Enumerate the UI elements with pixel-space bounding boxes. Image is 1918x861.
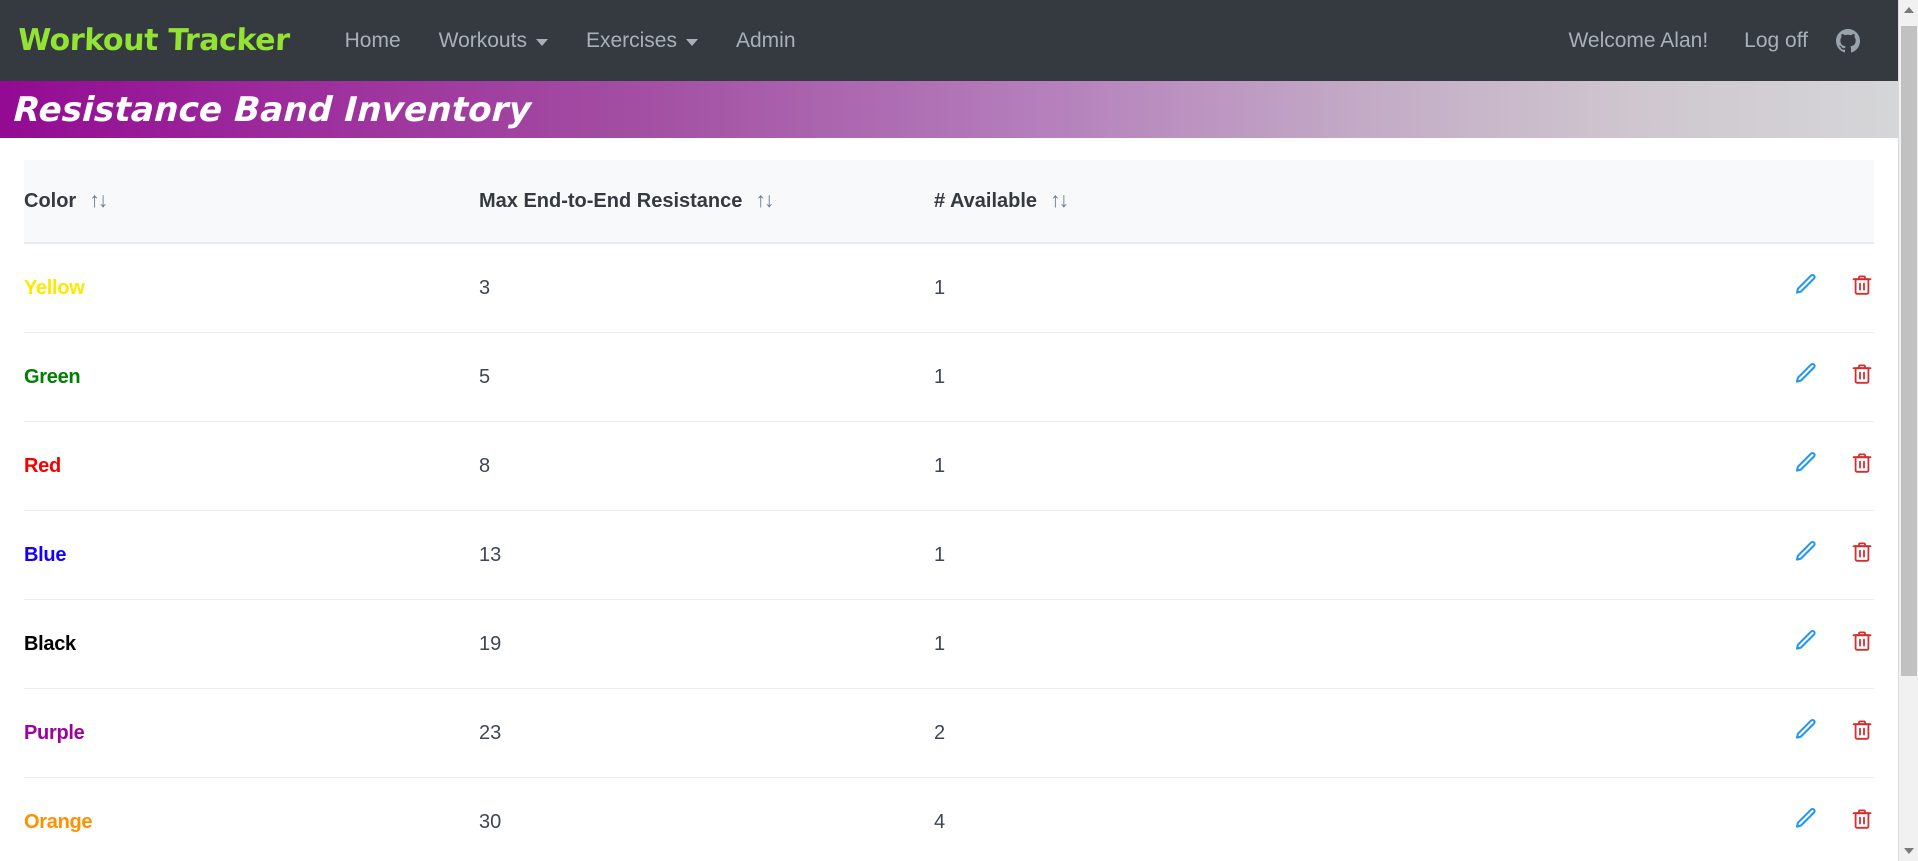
table-row: Orange 30 4	[24, 777, 1874, 861]
column-header-resistance: Max End-to-End Resistance ↑↓	[479, 160, 934, 244]
scroll-down-arrow-icon	[1904, 848, 1914, 854]
logoff-label: Log off	[1744, 28, 1808, 52]
cell-resistance: 19	[479, 599, 934, 689]
edit-button[interactable]	[1792, 717, 1818, 749]
cell-actions	[1454, 777, 1874, 861]
cell-actions	[1454, 510, 1874, 600]
table-row: Purple 23 2	[24, 688, 1874, 778]
cell-color: Black	[24, 599, 479, 689]
page-title: Resistance Band Inventory	[12, 89, 533, 130]
delete-button[interactable]	[1850, 361, 1874, 393]
nav-item-exercises-label: Exercises	[585, 28, 677, 52]
table-row: Blue 13 1	[24, 510, 1874, 600]
chevron-down-icon	[535, 39, 548, 46]
sort-toggle-available[interactable]: ↑↓	[1050, 189, 1069, 213]
table-row: Yellow 3 1	[24, 243, 1874, 333]
column-header-resistance-label: Max End-to-End Resistance	[479, 190, 743, 212]
nav-item-admin[interactable]: Admin	[717, 21, 815, 61]
delete-button[interactable]	[1850, 539, 1874, 571]
cell-resistance: 23	[479, 688, 934, 778]
welcome-message[interactable]: Welcome Alan!	[1550, 21, 1726, 61]
edit-button[interactable]	[1792, 361, 1818, 393]
page-banner: Resistance Band Inventory	[0, 81, 1898, 138]
table-row: Green 5 1	[24, 332, 1874, 422]
welcome-message-label: Welcome Alan!	[1568, 28, 1709, 52]
resistance-band-table: Color ↑↓ Max End-to-End Resistance ↑↓ # Av…	[24, 160, 1874, 861]
delete-button[interactable]	[1850, 450, 1874, 482]
delete-button[interactable]	[1850, 272, 1874, 304]
nav-right-group: Welcome Alan! Log off	[1550, 21, 1874, 61]
column-header-available-label: # Available	[934, 190, 1038, 212]
cell-actions	[1454, 243, 1874, 333]
column-header-color: Color ↑↓	[24, 160, 479, 244]
cell-resistance: 8	[479, 421, 934, 511]
column-header-actions	[1454, 160, 1874, 244]
sort-toggle-color[interactable]: ↑↓	[89, 189, 108, 213]
brand-logo[interactable]: Workout Tracker	[17, 23, 290, 58]
table-header-row: Color ↑↓ Max End-to-End Resistance ↑↓ # Av…	[24, 160, 1874, 244]
delete-button[interactable]	[1850, 628, 1874, 660]
table-row: Red 8 1	[24, 421, 1874, 511]
delete-button[interactable]	[1850, 806, 1874, 838]
column-header-color-label: Color	[24, 190, 77, 212]
edit-button[interactable]	[1792, 539, 1818, 571]
scrollbar-thumb[interactable]	[1901, 26, 1917, 676]
cell-color: Yellow	[24, 243, 479, 333]
nav-item-workouts[interactable]: Workouts	[420, 21, 567, 61]
table-body: Yellow 3 1 Green 5 1 Red 8 1 Blue 13 1 Black 19 1 Purpl…	[24, 243, 1874, 861]
cell-resistance: 5	[479, 332, 934, 422]
edit-button[interactable]	[1792, 628, 1818, 660]
cell-resistance: 13	[479, 510, 934, 600]
cell-actions	[1454, 421, 1874, 511]
cell-available: 1	[934, 510, 1454, 600]
edit-button[interactable]	[1792, 806, 1818, 838]
scroll-up-button[interactable]	[1899, 0, 1918, 20]
cell-resistance: 30	[479, 777, 934, 861]
cell-available: 2	[934, 688, 1454, 778]
edit-button[interactable]	[1792, 450, 1818, 482]
nav-links: Home Workouts Exercises Admin	[326, 21, 815, 61]
nav-item-home-label: Home	[344, 28, 401, 52]
cell-actions	[1454, 599, 1874, 689]
cell-color: Red	[24, 421, 479, 511]
cell-color: Green	[24, 332, 479, 422]
table-head: Color ↑↓ Max End-to-End Resistance ↑↓ # Av…	[24, 160, 1874, 244]
cell-resistance: 3	[479, 243, 934, 333]
cell-available: 1	[934, 599, 1454, 689]
delete-button[interactable]	[1850, 717, 1874, 749]
cell-available: 1	[934, 421, 1454, 511]
cell-available: 4	[934, 777, 1454, 861]
scroll-down-button[interactable]	[1899, 841, 1918, 861]
column-header-available: # Available ↑↓	[934, 160, 1454, 244]
main-navbar: Workout Tracker Home Workouts Exercises …	[0, 0, 1898, 81]
cell-actions	[1454, 332, 1874, 422]
page-content: Workout Tracker Home Workouts Exercises …	[0, 0, 1898, 861]
nav-item-home[interactable]: Home	[326, 21, 420, 61]
cell-color: Purple	[24, 688, 479, 778]
browser-viewport: Workout Tracker Home Workouts Exercises …	[0, 0, 1918, 861]
nav-item-exercises[interactable]: Exercises	[567, 21, 717, 61]
cell-color: Blue	[24, 510, 479, 600]
cell-color: Orange	[24, 777, 479, 861]
cell-available: 1	[934, 332, 1454, 422]
edit-button[interactable]	[1792, 272, 1818, 304]
nav-item-workouts-label: Workouts	[438, 28, 527, 52]
scroll-up-arrow-icon	[1904, 7, 1914, 13]
vertical-scrollbar[interactable]	[1898, 0, 1918, 861]
chevron-down-icon	[685, 39, 698, 46]
logoff-button[interactable]: Log off	[1726, 21, 1826, 61]
table-row: Black 19 1	[24, 599, 1874, 689]
table-container: Color ↑↓ Max End-to-End Resistance ↑↓ # Av…	[0, 138, 1898, 861]
github-icon[interactable]	[1826, 21, 1874, 61]
nav-item-admin-label: Admin	[735, 28, 796, 52]
sort-toggle-resistance[interactable]: ↑↓	[755, 189, 774, 213]
cell-available: 1	[934, 243, 1454, 333]
cell-actions	[1454, 688, 1874, 778]
